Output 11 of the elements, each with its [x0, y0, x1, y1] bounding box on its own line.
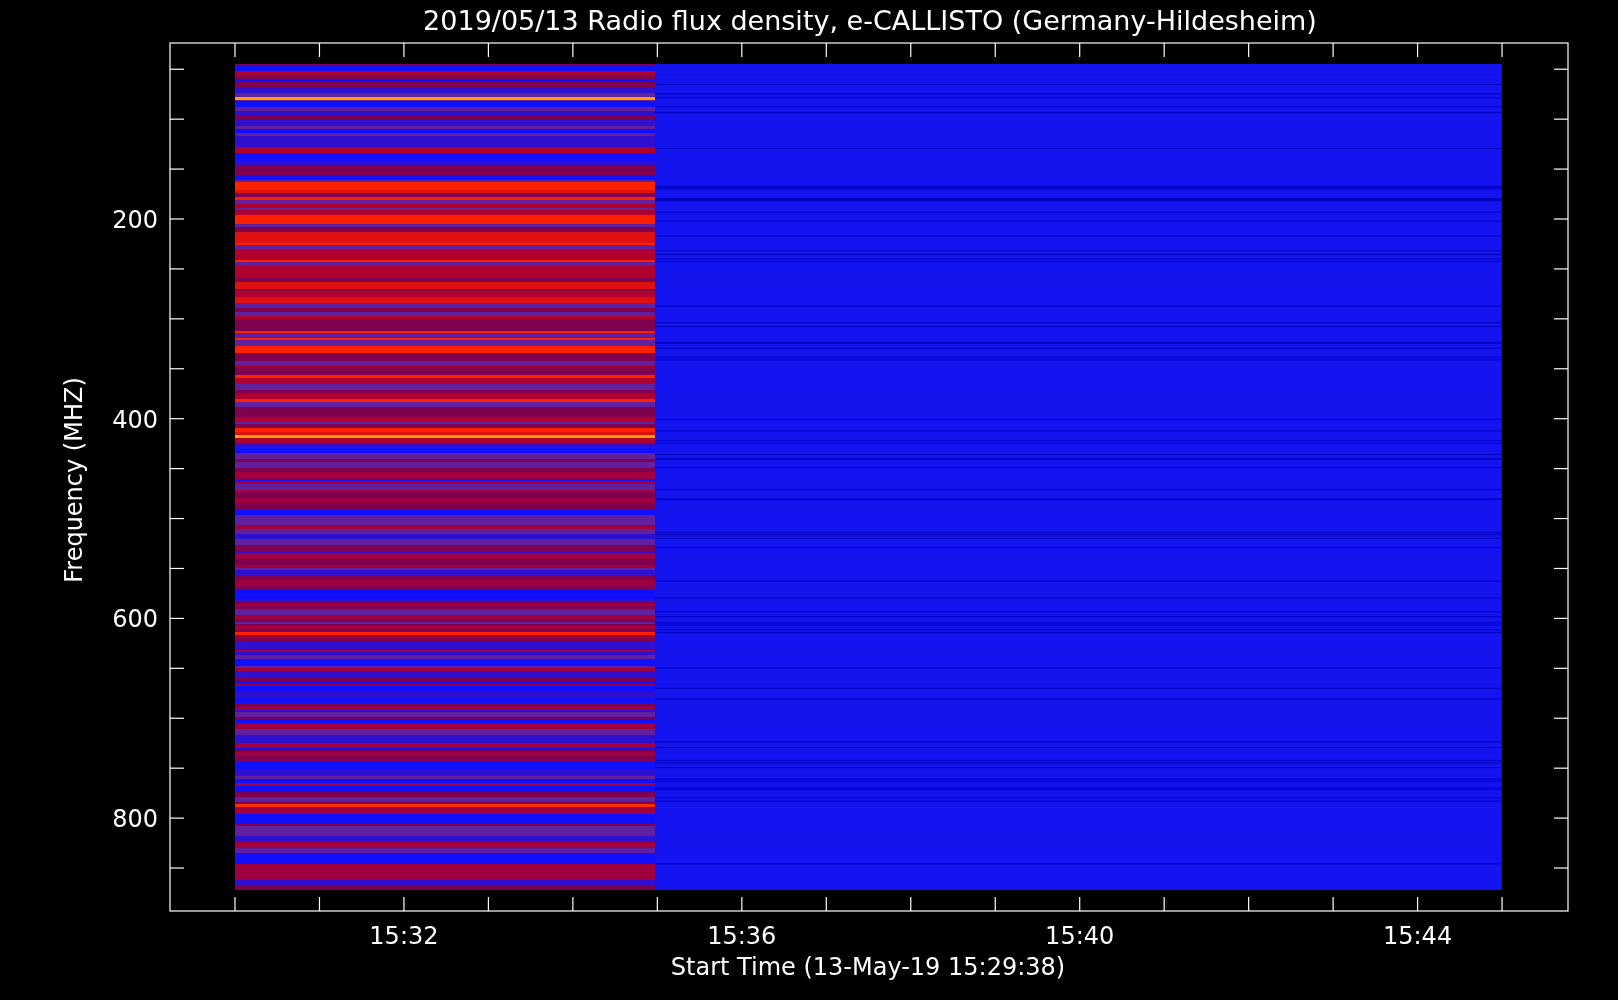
chart-title: 2019/05/13 Radio flux density, e-CALLISTO (Germany-Hildesheim)	[423, 5, 1317, 36]
y-tick-label: 200	[112, 206, 158, 234]
y-tick-label: 400	[112, 405, 158, 434]
x-tick-label: 15:44	[1383, 922, 1453, 950]
x-tick-label: 15:40	[1045, 922, 1115, 950]
y-tick-label: 800	[112, 805, 158, 834]
x-tick-label: 15:32	[369, 922, 439, 950]
y-tick-label: 600	[112, 605, 158, 634]
x-axis-label: Start Time (13-May-19 15:29:38)	[670, 953, 1066, 981]
y-axis-label: Frequency (MHZ)	[60, 377, 88, 583]
x-tick-label: 15:36	[707, 922, 777, 950]
